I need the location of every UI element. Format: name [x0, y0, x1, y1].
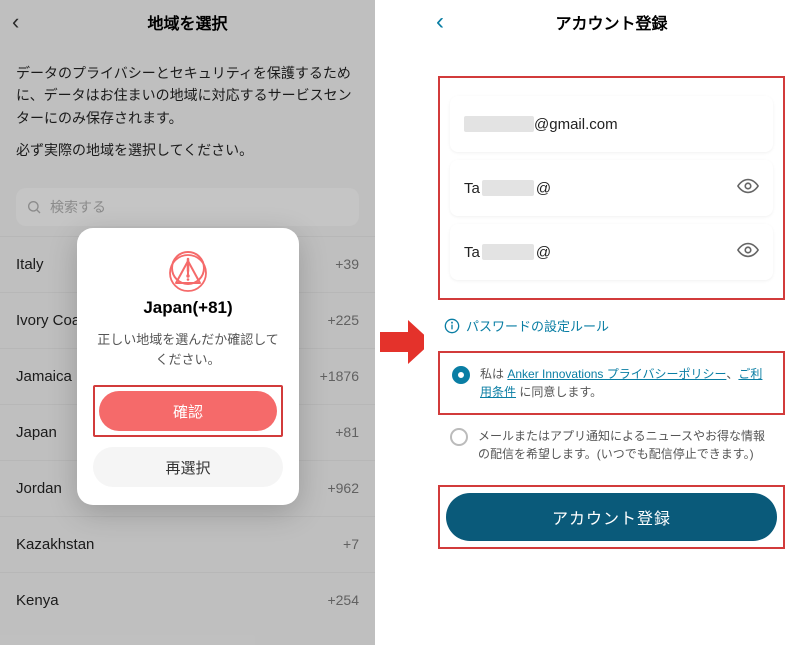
confirm-highlight: 確認 — [93, 385, 283, 437]
password-field[interactable]: Ta @ — [450, 160, 773, 216]
password-rule-link[interactable]: パスワードの設定ルール — [444, 316, 779, 335]
modal-title: Japan(+81) — [93, 298, 283, 318]
redacted-text — [464, 116, 534, 132]
newsletter-consent-row[interactable]: メールまたはアプリ通知によるニュースやお得な情報の配信を希望します。(いつでも配… — [438, 423, 785, 467]
eye-icon[interactable] — [737, 175, 759, 201]
terms-consent-row[interactable]: 私は Anker Innovations プライバシーポリシー、ご利用条件 に同… — [446, 361, 777, 405]
back-icon[interactable]: ‹ — [436, 8, 444, 36]
info-icon — [444, 318, 460, 334]
confirm-button[interactable]: 確認 — [99, 391, 277, 431]
privacy-policy-link[interactable]: Anker Innovations プライバシーポリシー — [507, 367, 726, 381]
modal-description: 正しい地域を選んだか確認してください。 — [93, 330, 283, 369]
redacted-text — [482, 180, 534, 196]
right-header: ‹ アカウント登録 — [424, 0, 799, 44]
redacted-text — [482, 244, 534, 260]
confirm-region-modal: Japan(+81) 正しい地域を選んだか確認してください。 確認 再選択 — [77, 228, 299, 505]
warning-icon — [168, 248, 208, 288]
reselect-button[interactable]: 再選択 — [93, 447, 283, 487]
email-field[interactable]: @gmail.com — [450, 96, 773, 152]
register-highlight: アカウント登録 — [438, 485, 785, 549]
radio-unchecked-icon[interactable] — [450, 428, 468, 446]
form-highlight: @gmail.com Ta @ Ta @ — [438, 76, 785, 300]
radio-checked-icon[interactable] — [452, 366, 470, 384]
password-confirm-field[interactable]: Ta @ — [450, 224, 773, 280]
right-title: アカウント登録 — [555, 10, 667, 34]
eye-icon[interactable] — [737, 239, 759, 265]
consent-highlight: 私は Anker Innovations プライバシーポリシー、ご利用条件 に同… — [438, 351, 785, 415]
register-button[interactable]: アカウント登録 — [446, 493, 777, 541]
